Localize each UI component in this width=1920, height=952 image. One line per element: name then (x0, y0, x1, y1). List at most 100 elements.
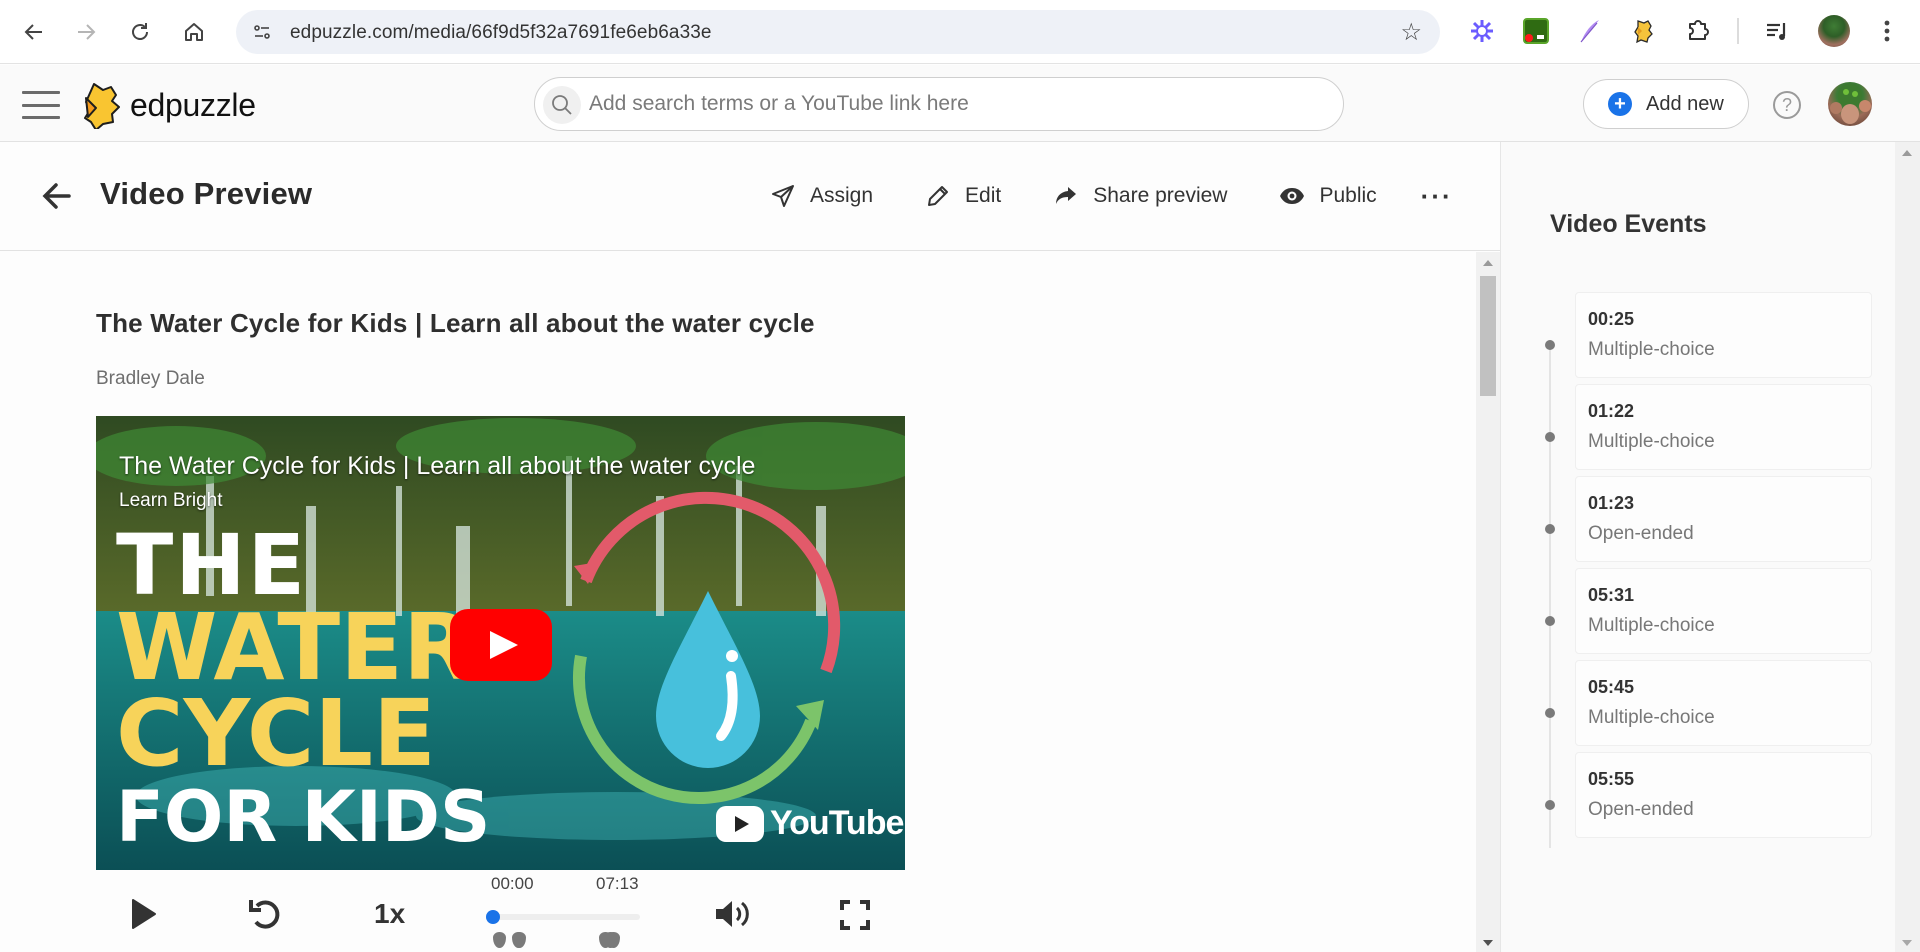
event-time: 01:23 (1588, 493, 1635, 513)
app-header: edpuzzle + Add new ? (0, 65, 1920, 142)
scrollbar-thumb[interactable] (1480, 276, 1496, 396)
back-arrow-icon[interactable] (38, 178, 74, 214)
question-marker[interactable] (492, 932, 506, 948)
scroll-up-arrow-icon[interactable] (1483, 260, 1493, 266)
profile-avatar[interactable] (1818, 15, 1850, 47)
browser-toolbar: edpuzzle.com/media/66f9d5f32a7691fe6eb6a… (0, 0, 1920, 64)
volume-button[interactable] (714, 898, 752, 930)
add-new-button[interactable]: + Add new (1583, 79, 1749, 129)
event-card[interactable]: 05:45 Multiple-choice (1575, 660, 1872, 746)
question-markers (490, 928, 640, 952)
event-time: 00:25 (1588, 309, 1635, 329)
youtube-watermark[interactable]: YouTube (716, 804, 904, 843)
edpuzzle-logo-icon (84, 83, 120, 129)
main-content: The Water Cycle for Kids | Learn all abo… (0, 252, 1476, 952)
media-controls-icon[interactable] (1762, 16, 1792, 46)
edit-label: Edit (965, 184, 1002, 207)
forward-icon[interactable] (68, 14, 104, 50)
event-card[interactable]: 05:31 Multiple-choice (1575, 568, 1872, 654)
event-type: Multiple-choice (1588, 615, 1715, 636)
play-icon (132, 899, 156, 929)
timeline-line (1549, 340, 1551, 848)
youtube-play-button[interactable] (450, 609, 552, 681)
event-card[interactable]: 05:55 Open-ended (1575, 752, 1872, 838)
video-thumbnail[interactable]: The Water Cycle for Kids | Learn all abo… (96, 416, 905, 870)
more-options-icon[interactable]: ··· (1421, 181, 1453, 212)
event-type: Multiple-choice (1588, 431, 1715, 452)
home-icon[interactable] (176, 14, 212, 50)
back-icon[interactable] (16, 14, 52, 50)
bookmark-star-icon[interactable]: ☆ (1400, 18, 1422, 47)
thumbnail-line-4: FOR KIDS (116, 776, 491, 858)
question-marker[interactable] (606, 932, 620, 948)
add-new-label: Add new (1646, 92, 1724, 115)
event-type: Multiple-choice (1588, 339, 1715, 360)
speed-button[interactable]: 1x (374, 898, 405, 930)
video-events-panel: Video Events 00:25 Multiple-choice 01:22 Mu… (1500, 142, 1895, 952)
user-avatar[interactable] (1828, 82, 1872, 126)
fullscreen-button[interactable] (840, 900, 870, 930)
progress-track[interactable] (490, 914, 640, 920)
video-author: Bradley Dale (96, 368, 205, 389)
edpuzzle-extension-icon[interactable] (1629, 16, 1659, 46)
replay-button[interactable] (248, 896, 282, 932)
plus-icon: + (1608, 92, 1632, 116)
hamburger-menu-icon[interactable] (22, 91, 60, 119)
green-extension-icon[interactable] (1521, 16, 1551, 46)
assign-button[interactable]: Assign (770, 183, 873, 209)
page-header: Video Preview Assign Edit Share preview … (0, 142, 1500, 251)
reload-icon[interactable] (122, 14, 158, 50)
timeline-dot (1545, 340, 1555, 350)
timeline-dot (1545, 708, 1555, 718)
page-title: Video Preview (100, 176, 313, 211)
share-arrow-icon (1053, 183, 1079, 209)
scroll-down-arrow-icon[interactable] (1483, 940, 1493, 946)
menu-kebab-icon[interactable] (1872, 16, 1902, 46)
play-triangle-icon (490, 631, 518, 659)
url-text[interactable]: edpuzzle.com/media/66f9d5f32a7691fe6eb6a… (290, 22, 712, 44)
eye-icon (1279, 183, 1305, 209)
pencil-icon (925, 183, 951, 209)
event-type: Open-ended (1588, 799, 1694, 820)
event-card[interactable]: 01:22 Multiple-choice (1575, 384, 1872, 470)
brand-name: edpuzzle (130, 86, 256, 123)
play-button[interactable] (130, 898, 158, 930)
volume-icon (716, 901, 749, 927)
page-actions: Assign Edit Share preview Public ··· (770, 178, 1453, 214)
paper-plane-icon (770, 183, 796, 209)
thumbnail-overlay-title: The Water Cycle for Kids | Learn all abo… (119, 452, 756, 480)
timeline-dot (1545, 432, 1555, 442)
event-card[interactable]: 00:25 Multiple-choice (1575, 292, 1872, 378)
replay-icon (249, 900, 280, 929)
edit-button[interactable]: Edit (925, 183, 1001, 209)
edpuzzle-logo[interactable]: edpuzzle (82, 81, 256, 129)
address-bar[interactable]: edpuzzle.com/media/66f9d5f32a7691fe6eb6a… (236, 10, 1440, 54)
question-marker[interactable] (512, 932, 526, 948)
site-info-icon[interactable] (246, 16, 278, 48)
event-type: Multiple-choice (1588, 707, 1715, 728)
share-preview-button[interactable]: Share preview (1053, 183, 1227, 209)
share-preview-label: Share preview (1093, 184, 1228, 207)
panel-scrollbar[interactable] (1895, 142, 1920, 952)
public-button[interactable]: Public (1279, 183, 1377, 209)
scroll-down-arrow-icon[interactable] (1902, 940, 1912, 946)
event-time: 05:31 (1588, 585, 1635, 605)
event-card[interactable]: 01:23 Open-ended (1575, 476, 1872, 562)
duration: 07:13 (596, 874, 639, 893)
main-scrollbar[interactable] (1476, 252, 1500, 952)
thumbnail-line-3: CYCLE (116, 680, 436, 787)
perplexity-icon[interactable] (1467, 16, 1497, 46)
fullscreen-icon (840, 900, 870, 930)
youtube-logo-icon (716, 805, 764, 842)
scroll-up-arrow-icon[interactable] (1902, 150, 1912, 156)
search-input[interactable] (589, 88, 1309, 120)
progress-knob[interactable] (486, 910, 500, 924)
video-title: The Water Cycle for Kids | Learn all abo… (96, 308, 815, 338)
youtube-label: YouTube (770, 804, 904, 842)
feather-pen-icon[interactable] (1575, 16, 1605, 46)
public-label: Public (1319, 184, 1377, 207)
search-bar[interactable] (534, 77, 1344, 131)
extensions-puzzle-icon[interactable] (1683, 16, 1713, 46)
current-time: 00:00 (491, 874, 534, 893)
help-icon[interactable]: ? (1773, 91, 1801, 119)
